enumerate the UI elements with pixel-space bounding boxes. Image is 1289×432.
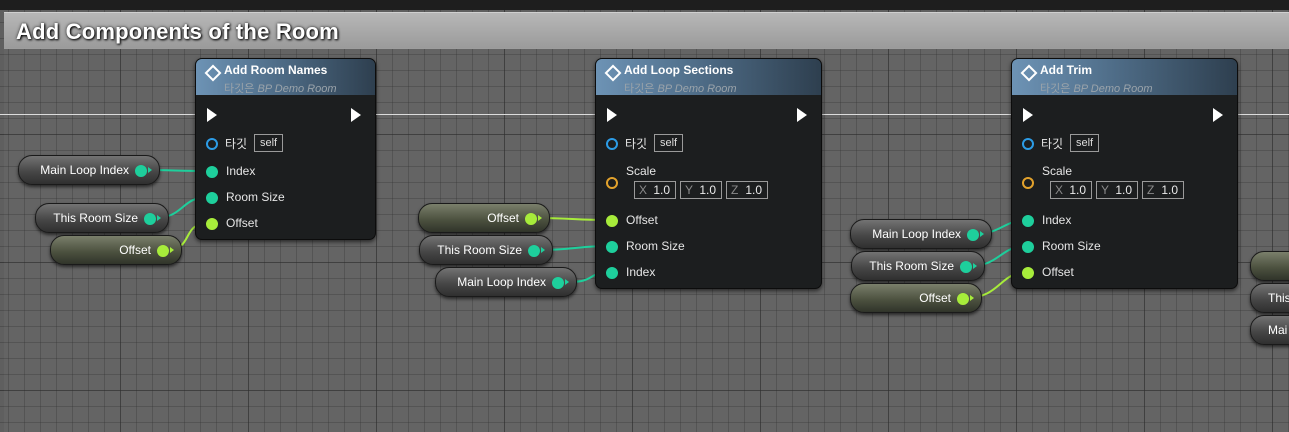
target-pin-label: 타깃: [225, 137, 248, 151]
scale-y-field[interactable]: Y 1.0: [680, 181, 722, 199]
node-title: Add Trim: [1040, 63, 1093, 77]
exec-out-pin[interactable]: [351, 108, 361, 122]
index-pin-label: Index: [226, 164, 256, 178]
var-output-pin[interactable]: [967, 229, 979, 241]
scale-z-field[interactable]: Z 1.0: [726, 181, 768, 199]
var-output-pin[interactable]: [957, 293, 969, 305]
node-add-trim[interactable]: Add Trim 타깃은 BP Demo Room 타깃 self Scale …: [1011, 58, 1238, 289]
room-size-pin-label: Room Size: [226, 190, 285, 204]
exec-in-pin[interactable]: [1023, 108, 1033, 122]
self-field[interactable]: self: [1070, 134, 1100, 152]
var-main-loop-index-partial[interactable]: Mai: [1250, 315, 1289, 345]
var-offset[interactable]: Offset: [50, 235, 182, 265]
index-pin[interactable]: [206, 166, 218, 178]
var-output-pin[interactable]: [144, 213, 156, 225]
var-main-loop-index[interactable]: Main Loop Index: [435, 267, 577, 297]
node-header: Add Trim 타깃은 BP Demo Room: [1012, 59, 1237, 95]
index-pin-label: Index: [626, 265, 656, 279]
var-label: Mai: [1268, 323, 1288, 337]
var-label: This Room Size: [869, 259, 954, 273]
pin-arrow-icon: [148, 167, 152, 173]
var-this-room-size-partial[interactable]: This: [1250, 283, 1289, 313]
pin-arrow-icon: [170, 247, 174, 253]
room-size-pin[interactable]: [206, 192, 218, 204]
var-output-pin[interactable]: [135, 165, 147, 177]
var-label: Offset: [487, 211, 519, 225]
target-pin-label: 타깃: [625, 137, 648, 151]
var-output-pin[interactable]: [525, 213, 537, 225]
room-size-pin[interactable]: [1022, 241, 1034, 253]
offset-pin[interactable]: [206, 218, 218, 230]
var-output-pin[interactable]: [528, 245, 540, 257]
target-pin[interactable]: [206, 138, 218, 150]
node-target-caption: 타깃은 BP Demo Room: [224, 83, 337, 95]
var-label: Offset: [119, 243, 151, 257]
exec-in-pin[interactable]: [607, 108, 617, 122]
var-this-room-size[interactable]: This Room Size: [419, 235, 553, 265]
offset-pin-label: Offset: [1042, 265, 1074, 279]
offset-pin-label: Offset: [626, 213, 658, 227]
var-output-pin[interactable]: [157, 245, 169, 257]
scale-pin-label: Scale: [626, 164, 657, 178]
offset-pin-label: Offset: [226, 216, 258, 230]
var-label: Main Loop Index: [40, 163, 129, 177]
scale-z-field[interactable]: Z 1.0: [1142, 181, 1184, 199]
function-icon: [204, 64, 222, 82]
pin-arrow-icon: [565, 279, 569, 285]
scale-x-field[interactable]: X 1.0: [1050, 181, 1092, 199]
var-label: This Room Size: [437, 243, 522, 257]
index-pin-label: Index: [1042, 213, 1072, 227]
self-field[interactable]: self: [254, 134, 284, 152]
scale-pin-label: Scale: [1042, 164, 1073, 178]
var-main-loop-index[interactable]: Main Loop Index: [18, 155, 160, 185]
scale-pin[interactable]: [606, 177, 618, 189]
pin-arrow-icon: [538, 215, 542, 221]
pin-arrow-icon: [980, 231, 984, 237]
var-this-room-size[interactable]: This Room Size: [35, 203, 169, 233]
offset-pin[interactable]: [1022, 267, 1034, 279]
room-size-pin[interactable]: [606, 241, 618, 253]
var-output-pin[interactable]: [552, 277, 564, 289]
node-header: Add Room Names 타깃은 BP Demo Room: [196, 59, 375, 95]
var-label: This Room Size: [53, 211, 138, 225]
pin-arrow-icon: [970, 295, 974, 301]
node-add-loop-sections[interactable]: Add Loop Sections 타깃은 BP Demo Room 타깃 se…: [595, 58, 822, 289]
target-pin-label: 타깃: [1041, 137, 1064, 151]
scale-pin[interactable]: [1022, 177, 1034, 189]
target-pin[interactable]: [1022, 138, 1034, 150]
var-label: This: [1268, 291, 1289, 305]
var-offset-partial[interactable]: [1250, 251, 1289, 281]
var-offset[interactable]: Offset: [850, 283, 982, 313]
var-output-pin[interactable]: [960, 261, 972, 273]
room-size-pin-label: Room Size: [1042, 239, 1101, 253]
var-label: Main Loop Index: [457, 275, 546, 289]
function-icon: [1020, 64, 1038, 82]
target-pin[interactable]: [606, 138, 618, 150]
exec-out-pin[interactable]: [1213, 108, 1223, 122]
node-target-caption: 타깃은 BP Demo Room: [1040, 83, 1153, 95]
pin-arrow-icon: [541, 247, 545, 253]
node-add-room-names[interactable]: Add Room Names 타깃은 BP Demo Room 타깃 self …: [195, 58, 376, 240]
node-header: Add Loop Sections 타깃은 BP Demo Room: [596, 59, 821, 95]
exec-out-pin[interactable]: [797, 108, 807, 122]
room-size-pin-label: Room Size: [626, 239, 685, 253]
var-this-room-size[interactable]: This Room Size: [851, 251, 985, 281]
node-title: Add Loop Sections: [624, 63, 734, 77]
var-label: Offset: [919, 291, 951, 305]
exec-in-pin[interactable]: [207, 108, 217, 122]
index-pin[interactable]: [1022, 215, 1034, 227]
function-icon: [604, 64, 622, 82]
var-offset[interactable]: Offset: [418, 203, 550, 233]
node-target-caption: 타깃은 BP Demo Room: [624, 83, 737, 95]
scale-y-field[interactable]: Y 1.0: [1096, 181, 1138, 199]
self-field[interactable]: self: [654, 134, 684, 152]
node-title: Add Room Names: [224, 63, 328, 77]
pin-arrow-icon: [157, 215, 161, 221]
var-label: Main Loop Index: [872, 227, 961, 241]
var-main-loop-index[interactable]: Main Loop Index: [850, 219, 992, 249]
scale-x-field[interactable]: X 1.0: [634, 181, 676, 199]
offset-pin[interactable]: [606, 215, 618, 227]
index-pin[interactable]: [606, 267, 618, 279]
pin-arrow-icon: [973, 263, 977, 269]
